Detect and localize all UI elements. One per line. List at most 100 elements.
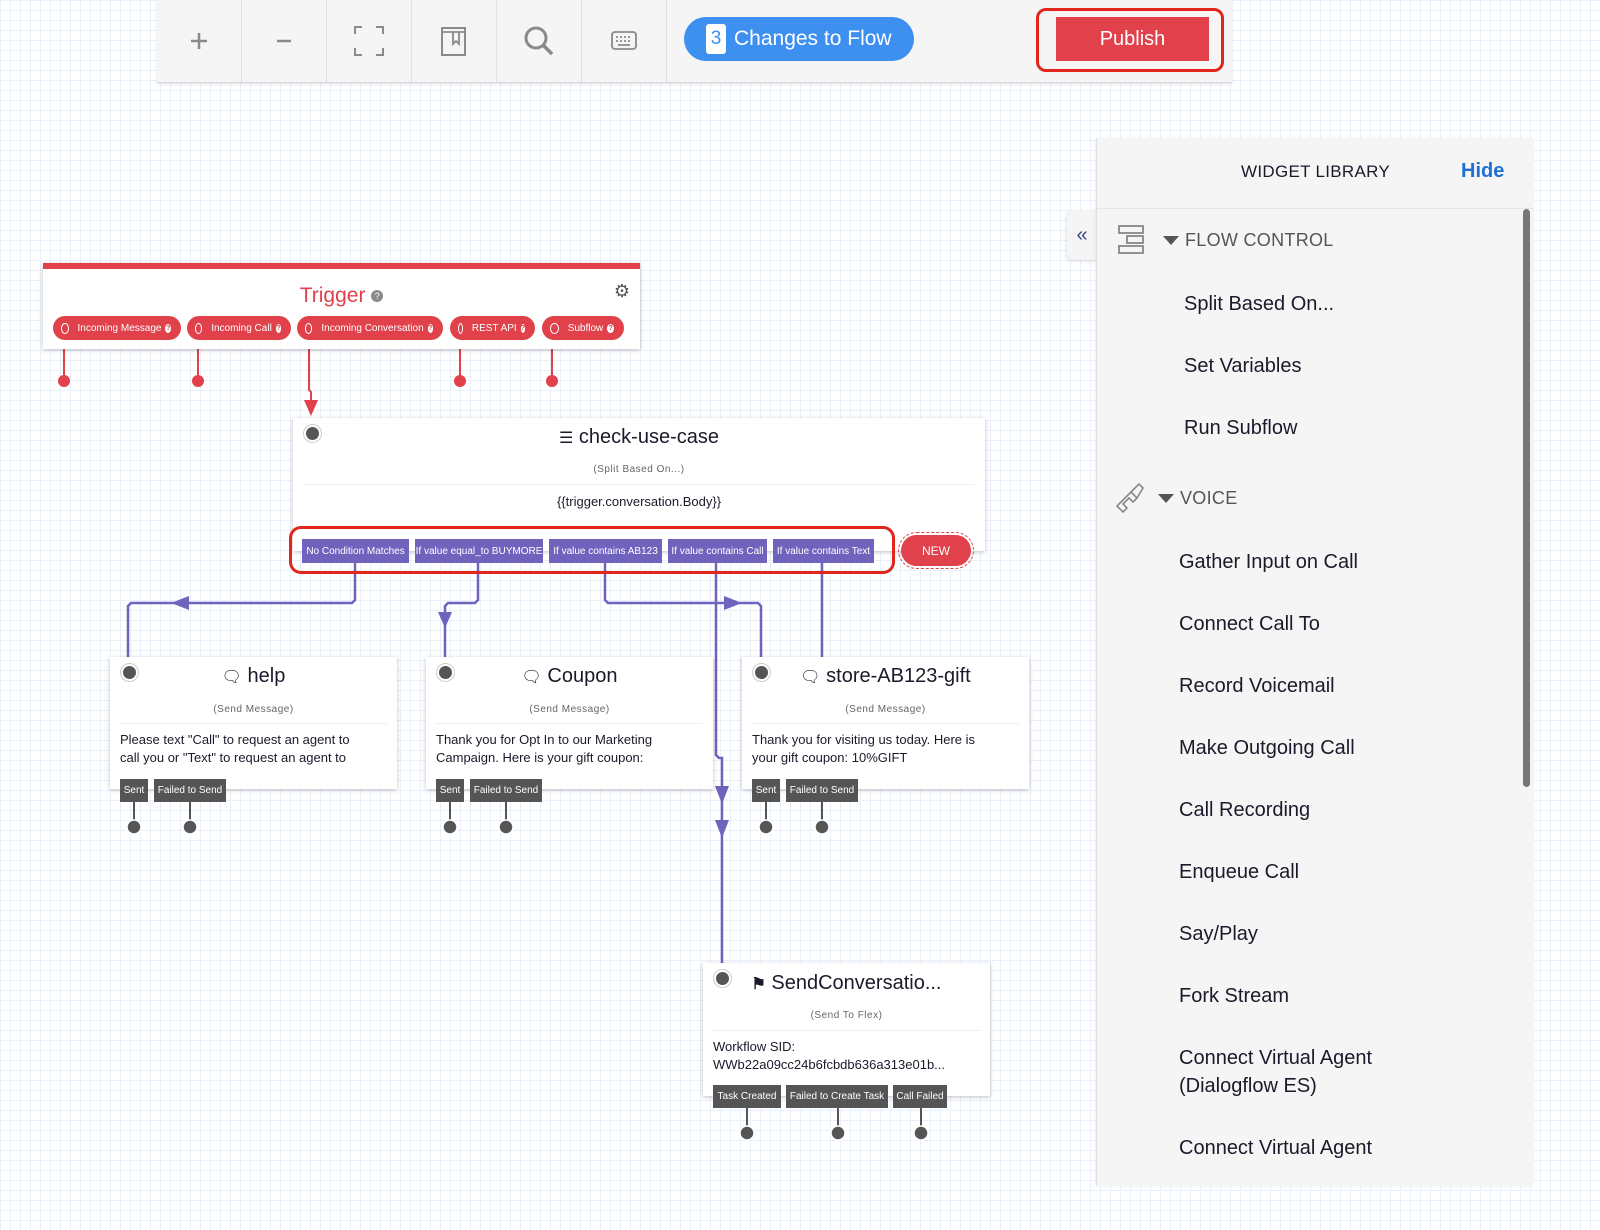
condition-contains-text[interactable]: If value contains Text	[773, 539, 874, 563]
category-label: FLOW CONTROL	[1185, 230, 1334, 250]
help-icon: ?	[275, 323, 281, 333]
widget-gather-input-on-call[interactable]: Gather Input on Call	[1179, 548, 1358, 576]
transition-sent[interactable]: Sent	[436, 779, 464, 802]
category-label: VOICE	[1180, 488, 1238, 508]
fit-to-screen-button[interactable]	[327, 0, 412, 82]
widget-say-play[interactable]: Say/Play	[1179, 920, 1258, 948]
radio-icon	[305, 322, 313, 334]
keyboard-icon	[611, 31, 637, 50]
transition-failed-to-create-task[interactable]: Failed to Create Task	[786, 1085, 888, 1108]
widget-record-voicemail[interactable]: Record Voicemail	[1179, 672, 1335, 700]
search-icon	[524, 26, 554, 56]
library-scrollbar[interactable]	[1523, 209, 1530, 787]
widget-set-variables[interactable]: Set Variables	[1184, 352, 1301, 380]
split-icon: ☰	[559, 430, 574, 447]
node-type: (Send Message)	[529, 704, 610, 715]
divider	[713, 1030, 980, 1031]
message-node-coupon[interactable]: 🗨 Coupon (Send Message) Thank you for Op…	[426, 657, 713, 789]
widget-make-outgoing-call[interactable]: Make Outgoing Call	[1179, 734, 1355, 762]
body-line: Please text "Call" to request an agent t…	[120, 732, 350, 747]
node-title-text: help	[247, 665, 286, 687]
pill-label: Subflow	[567, 322, 604, 334]
transition-call-failed[interactable]: Call Failed	[893, 1085, 947, 1108]
transition-sent[interactable]: Sent	[120, 779, 148, 802]
category-flow-control[interactable]: FLOW CONTROL	[1163, 230, 1334, 251]
transition-failed-to-send[interactable]: Failed to Send	[470, 779, 542, 802]
caret-down-icon	[1163, 236, 1179, 245]
message-node-help[interactable]: 🗨 help (Send Message) Please text "Call"…	[110, 657, 397, 789]
port-rest-api	[454, 375, 466, 387]
widget-call-recording[interactable]: Call Recording	[1179, 796, 1310, 824]
widget-enqueue-call[interactable]: Enqueue Call	[1179, 858, 1299, 886]
node-body: Please text "Call" to request an agent t…	[120, 731, 387, 767]
bookmark-book-icon	[441, 27, 466, 56]
pill-label: Incoming Conversation	[321, 322, 424, 334]
divider	[436, 723, 703, 724]
node-title-text: check-use-case	[578, 426, 719, 448]
pill-label: Incoming Message	[77, 322, 162, 334]
caret-down-icon	[1158, 494, 1174, 503]
help-icon: ?	[520, 323, 525, 333]
trigger-pill-incoming-message[interactable]: Incoming Message?	[53, 316, 181, 340]
condition-equal-buymore[interactable]: If value equal_to BUYMORE	[415, 539, 543, 563]
transition-failed-to-send[interactable]: Failed to Send	[154, 779, 226, 802]
node-type: (Send To Flex)	[810, 1010, 883, 1021]
minus-icon	[277, 39, 291, 43]
body-line: Thank you for visiting us today. Here is	[752, 732, 976, 747]
help-icon: ?	[165, 323, 171, 333]
new-condition-button[interactable]: NEW	[898, 532, 974, 569]
trigger-connectors	[63, 340, 553, 408]
widget-run-subflow[interactable]: Run Subflow	[1184, 414, 1297, 442]
trigger-pill-rest-api[interactable]: REST API?	[450, 316, 535, 340]
notes-button[interactable]	[412, 0, 497, 82]
keyboard-shortcuts-button[interactable]	[582, 0, 667, 82]
node-body: Workflow SID: WWb22a09cc24b6fcbdb636a313…	[713, 1038, 980, 1074]
flex-logo-icon: ⚑	[751, 976, 766, 993]
node-body: Thank you for Opt In to our Marketing Ca…	[436, 731, 703, 767]
node-body: Thank you for visiting us today. Here is…	[752, 731, 1019, 767]
message-node-store-ab123-gift[interactable]: 🗨 store-AB123-gift (Send Message) Thank …	[742, 657, 1029, 789]
node-title: ⚑ SendConversatio...	[703, 972, 990, 995]
node-title: 🗨 store-AB123-gift	[742, 665, 1029, 688]
changes-label: Changes to Flow	[734, 27, 892, 50]
send-to-flex-node[interactable]: ⚑ SendConversatio... (Send To Flex) Work…	[703, 963, 990, 1096]
changes-to-flow-button[interactable]: 3 Changes to Flow	[684, 17, 914, 61]
condition-contains-ab123[interactable]: If value contains AB123	[549, 539, 662, 563]
port-incoming-message	[58, 375, 70, 387]
zoom-in-button[interactable]	[157, 0, 242, 82]
transition-task-created[interactable]: Task Created	[713, 1085, 781, 1108]
trigger-pill-incoming-conversation[interactable]: Incoming Conversation?	[297, 316, 443, 340]
phone-icon	[1115, 482, 1145, 514]
help-icon[interactable]: ?	[371, 290, 384, 303]
hide-library-link[interactable]: Hide	[1461, 160, 1504, 183]
radio-icon	[61, 322, 69, 334]
body-line: Campaign. Here is your gift coupon:	[436, 750, 644, 765]
trigger-pill-subflow[interactable]: Subflow?	[542, 316, 624, 340]
widget-fork-stream[interactable]: Fork Stream	[1179, 982, 1289, 1010]
workflow-sid: WWb22a09cc24b6fcbdb636a313e01b...	[713, 1057, 946, 1072]
widget-connect-virtual-agent[interactable]: Connect Virtual Agent	[1179, 1134, 1372, 1162]
chat-bubble-icon: 🗨	[221, 669, 242, 686]
widget-connect-call-to[interactable]: Connect Call To	[1179, 610, 1320, 638]
pill-label: Incoming Call	[211, 322, 272, 334]
condition-contains-call[interactable]: If value contains Call	[668, 539, 767, 563]
node-title: 🗨 Coupon	[426, 665, 713, 688]
collapse-library-button[interactable]: «	[1067, 210, 1097, 260]
node-title: ☰ check-use-case	[293, 426, 985, 449]
search-button[interactable]	[497, 0, 582, 82]
gear-icon[interactable]: ⚙	[614, 281, 630, 302]
help-icon: ?	[427, 323, 433, 333]
port-subflow	[546, 375, 558, 387]
condition-no-match[interactable]: No Condition Matches	[302, 539, 409, 563]
category-voice[interactable]: VOICE	[1158, 488, 1238, 509]
trigger-pill-incoming-call[interactable]: Incoming Call?	[187, 316, 291, 340]
publish-button[interactable]: Publish	[1056, 17, 1209, 61]
body-line: your gift coupon: 10%GIFT	[752, 750, 908, 765]
body-line: Thank you for Opt In to our Marketing	[436, 732, 653, 747]
transition-sent[interactable]: Sent	[752, 779, 780, 802]
transition-failed-to-send[interactable]: Failed to Send	[786, 779, 858, 802]
zoom-out-button[interactable]	[242, 0, 327, 82]
radio-icon	[195, 322, 203, 334]
widget-split-based-on[interactable]: Split Based On...	[1184, 290, 1334, 318]
widget-connect-virtual-agent-es[interactable]: Connect Virtual Agent (Dialogflow ES)	[1179, 1044, 1372, 1100]
